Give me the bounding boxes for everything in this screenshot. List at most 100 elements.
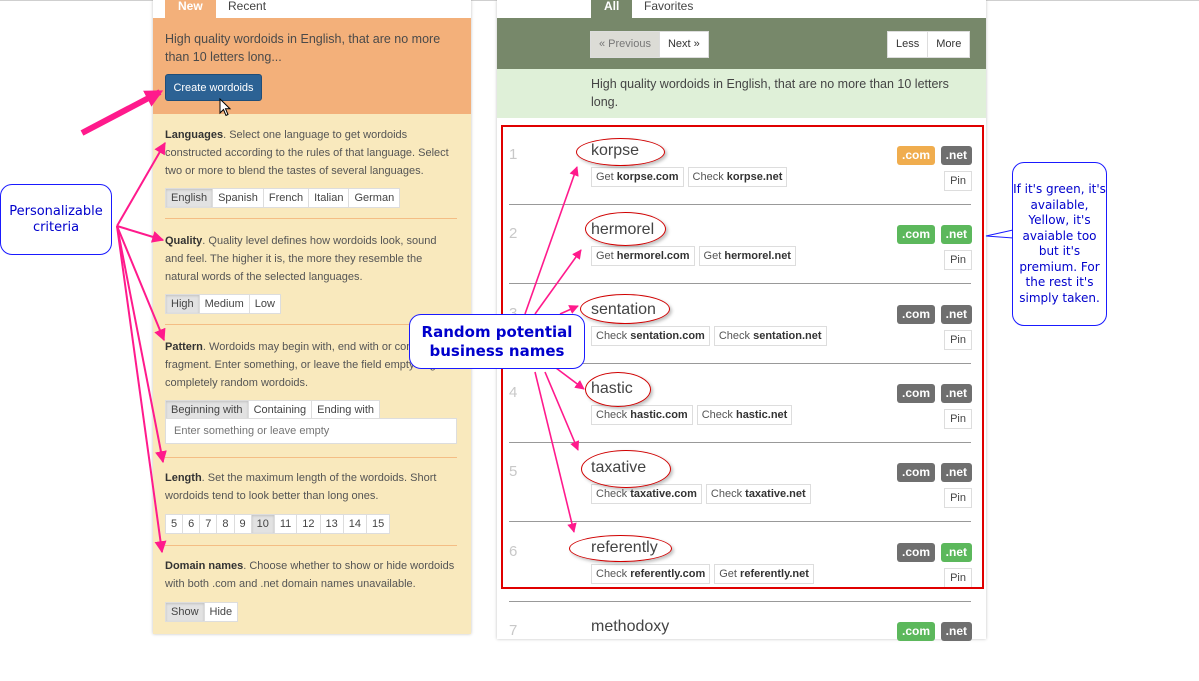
row-divider [509, 521, 971, 522]
language-italian[interactable]: Italian [308, 188, 350, 208]
check-domain-link[interactable]: Check hastic.com [591, 405, 693, 425]
result-word[interactable]: referently [591, 539, 658, 557]
link-verb: Check [692, 171, 724, 183]
length-option[interactable]: 15 [366, 514, 391, 534]
tab-all[interactable]: All [591, 0, 633, 18]
pattern-beginning-with[interactable]: Beginning with [165, 400, 249, 420]
net-availability-badge[interactable]: .net [940, 543, 972, 562]
arrow-to-create-button [80, 89, 164, 136]
previous-page-button[interactable]: « Previous [590, 31, 660, 58]
result-word[interactable]: korpse [591, 142, 639, 160]
language-german[interactable]: German [348, 188, 401, 208]
pattern-input[interactable] [165, 418, 457, 444]
check-domain-link[interactable]: Check taxative.com [591, 484, 702, 504]
create-wordoids-button[interactable]: Create wordoids [165, 74, 262, 101]
length-option[interactable]: 12 [296, 514, 321, 534]
check-domain-link[interactable]: Check referently.com [591, 564, 711, 584]
get-domain-link[interactable]: Get korpse.com [591, 167, 684, 187]
net-availability-badge[interactable]: .net [940, 146, 972, 165]
quality-high[interactable]: High [165, 294, 200, 314]
link-domain: sentation.net [753, 330, 822, 342]
length-option[interactable]: 6 [182, 514, 201, 534]
com-availability-badge[interactable]: .com [896, 146, 935, 165]
result-row: 6 referently .com .net Check referently.com G… [497, 523, 986, 602]
com-availability-badge[interactable]: .com [896, 305, 935, 324]
domain-links: Get hermorel.com Get hermorel.net [591, 246, 796, 266]
com-availability-badge[interactable]: .com [896, 463, 935, 482]
domain-links: Get korpse.com Check korpse.net [591, 167, 788, 187]
link-verb: Check [718, 330, 751, 342]
link-domain: taxative.com [630, 488, 697, 500]
com-availability-badge[interactable]: .com [896, 543, 935, 562]
check-domain-link[interactable]: Check sentation.com [591, 326, 710, 346]
pattern-ending-with[interactable]: Ending with [311, 400, 381, 420]
check-domain-link[interactable]: Check sentation.net [713, 326, 827, 346]
generator-tabs: New Recent [153, 0, 471, 18]
pattern-containing[interactable]: Containing [247, 400, 313, 420]
net-availability-badge[interactable]: .net [940, 225, 972, 244]
com-availability-badge[interactable]: .com [896, 384, 935, 403]
domain-links: Check hastic.com Check hastic.net [591, 405, 793, 425]
check-domain-link[interactable]: Check korpse.net [687, 167, 788, 187]
length-option-selected[interactable]: 10 [250, 514, 275, 534]
more-button[interactable]: More [927, 31, 971, 58]
pin-button[interactable]: Pin [944, 409, 972, 429]
tab-recent[interactable]: Recent [215, 0, 279, 18]
domain-links: Check taxative.com Check taxative.net [591, 484, 811, 504]
length-option[interactable]: 7 [199, 514, 218, 534]
net-availability-badge[interactable]: .net [940, 384, 972, 403]
com-availability-badge[interactable]: .com [896, 622, 935, 641]
com-availability-badge[interactable]: .com [896, 225, 935, 244]
next-page-button[interactable]: Next » [658, 31, 709, 58]
get-domain-link[interactable]: Get hermorel.net [698, 246, 796, 266]
results-summary-banner: High quality wordoids in English, that a… [497, 69, 986, 118]
length-option[interactable]: 8 [216, 514, 235, 534]
domain-links: Check referently.com Get referently.net [591, 564, 814, 584]
check-domain-link[interactable]: Check hastic.net [696, 405, 793, 425]
pattern-selector: Beginning with Containing Ending with [165, 400, 381, 420]
link-domain: taxative.net [745, 488, 806, 500]
length-option[interactable]: 11 [273, 514, 298, 534]
net-availability-badge[interactable]: .net [940, 463, 972, 482]
result-word[interactable]: hermorel [591, 221, 654, 239]
domain-hide[interactable]: Hide [203, 602, 239, 622]
get-domain-link[interactable]: Get hermorel.com [591, 246, 695, 266]
quality-low[interactable]: Low [248, 294, 281, 314]
pin-button[interactable]: Pin [944, 171, 972, 191]
result-row: 2 hermorel .com .net Get hermorel.com Get her… [497, 205, 986, 284]
result-row: 1 korpse .com .net Get korpse.com Check korps… [497, 126, 986, 205]
result-row: 5 taxative .com .net Check taxative.com Check… [497, 443, 986, 522]
domain-names-title: Domain names [165, 560, 244, 572]
link-verb: Check [596, 568, 628, 580]
pin-button[interactable]: Pin [944, 488, 972, 508]
length-option[interactable]: 5 [165, 514, 184, 534]
net-availability-badge[interactable]: .net [940, 622, 972, 641]
link-verb: Get [703, 250, 722, 262]
pin-button[interactable]: Pin [944, 250, 972, 270]
tab-favorites[interactable]: Favorites [631, 0, 706, 18]
result-word[interactable]: sentation [591, 301, 656, 319]
pin-button[interactable]: Pin [944, 330, 972, 350]
language-french[interactable]: French [262, 188, 310, 208]
link-domain: sentation.com [630, 330, 705, 342]
link-domain: hastic.com [630, 409, 688, 421]
pin-button[interactable]: Pin [944, 568, 972, 588]
less-button[interactable]: Less [887, 31, 929, 58]
language-english[interactable]: English [165, 188, 214, 208]
result-word[interactable]: hastic [591, 380, 633, 398]
quality-medium[interactable]: Medium [198, 294, 250, 314]
length-option[interactable]: 14 [342, 514, 368, 534]
link-verb: Check [596, 330, 628, 342]
get-domain-link[interactable]: Get referently.net [714, 564, 814, 584]
link-verb: Check [710, 488, 743, 500]
domain-links: Check sentation.com Check sentation.net [591, 326, 827, 346]
length-option[interactable]: 13 [319, 514, 344, 534]
tab-new[interactable]: New [165, 0, 216, 18]
result-word[interactable]: methodoxy [591, 618, 669, 636]
length-option[interactable]: 9 [233, 514, 252, 534]
domain-show[interactable]: Show [165, 602, 205, 622]
language-spanish[interactable]: Spanish [212, 188, 264, 208]
net-availability-badge[interactable]: .net [940, 305, 972, 324]
check-domain-link[interactable]: Check taxative.net [705, 484, 811, 504]
result-word[interactable]: taxative [591, 459, 646, 477]
